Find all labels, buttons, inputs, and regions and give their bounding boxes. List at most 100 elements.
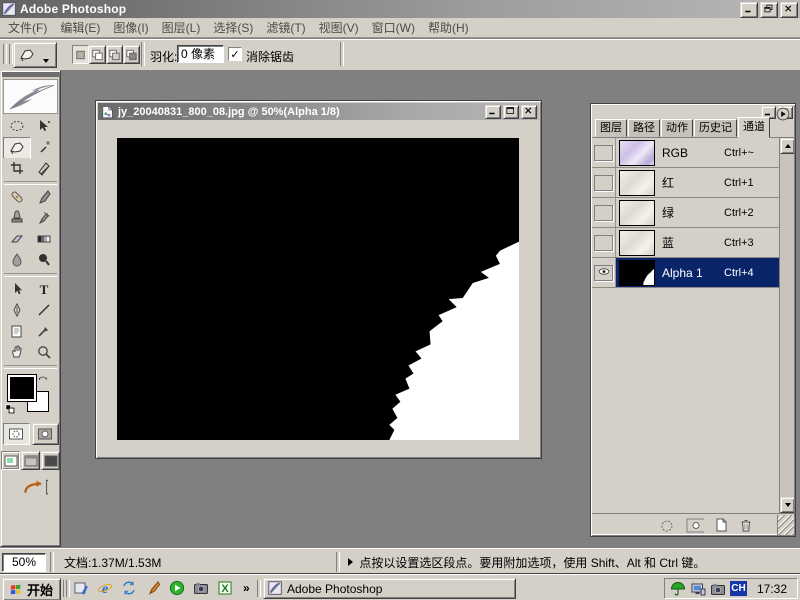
tray-computer-icon[interactable] bbox=[690, 581, 706, 597]
feather-input[interactable]: 0 像素 bbox=[177, 45, 224, 63]
tab-history[interactable]: 历史记 bbox=[694, 119, 737, 137]
channel-row-green[interactable]: 绿Ctrl+2 bbox=[592, 198, 780, 228]
doc-close-button[interactable] bbox=[521, 105, 537, 119]
standard-mode-button[interactable] bbox=[3, 423, 30, 445]
menu-item-view[interactable]: 视图(V) bbox=[319, 19, 359, 36]
close-button[interactable] bbox=[780, 2, 798, 18]
visibility-cell[interactable] bbox=[592, 228, 616, 257]
visibility-cell[interactable] bbox=[592, 168, 616, 197]
antialias-checkbox[interactable]: ✓ bbox=[228, 47, 242, 61]
tab-actions[interactable]: 动作 bbox=[661, 119, 693, 137]
minimize-button[interactable] bbox=[740, 2, 758, 18]
tool-preset-button[interactable] bbox=[13, 42, 57, 68]
move-tool[interactable] bbox=[31, 116, 57, 136]
scroll-up-icon[interactable] bbox=[780, 138, 794, 154]
quick-mask-mode-button[interactable] bbox=[32, 423, 59, 445]
visibility-checkbox[interactable] bbox=[594, 205, 613, 221]
standard-screen-button[interactable] bbox=[1, 451, 20, 470]
menu-item-image[interactable]: 图像(I) bbox=[113, 19, 148, 36]
polygonal-lasso-tool[interactable] bbox=[3, 137, 31, 159]
photoshop-feather-logo[interactable] bbox=[3, 79, 58, 114]
start-button[interactable]: 开始 bbox=[2, 578, 61, 600]
status-expand-icon[interactable] bbox=[348, 558, 353, 566]
quicklaunch-overflow-chevron[interactable]: » bbox=[243, 581, 250, 595]
palette-resize-grip[interactable] bbox=[777, 515, 794, 535]
new-selection-button[interactable] bbox=[72, 45, 89, 64]
add-selection-button[interactable] bbox=[89, 45, 106, 64]
excel-icon[interactable]: X bbox=[216, 579, 233, 597]
chevron-down-icon[interactable] bbox=[40, 44, 51, 66]
toolbox-drag-handle[interactable] bbox=[2, 72, 59, 77]
jump-to-imageready-button[interactable] bbox=[14, 477, 48, 495]
ime-language-badge[interactable]: CH bbox=[730, 581, 747, 596]
menu-item-filter[interactable]: 滤镜(T) bbox=[266, 19, 305, 36]
notes-tool[interactable] bbox=[4, 321, 30, 341]
taskbar-task-button[interactable]: Adobe Photoshop bbox=[263, 578, 516, 599]
menu-item-layer[interactable]: 图层(L) bbox=[162, 19, 201, 36]
visibility-checkbox[interactable] bbox=[594, 175, 613, 191]
visibility-cell[interactable] bbox=[592, 258, 616, 287]
menu-item-help[interactable]: 帮助(H) bbox=[428, 19, 469, 36]
doc-maximize-button[interactable] bbox=[503, 105, 519, 119]
show-desktop-icon[interactable] bbox=[72, 579, 89, 597]
subtract-selection-button[interactable] bbox=[106, 45, 123, 64]
visibility-checkbox[interactable] bbox=[594, 235, 613, 251]
channel-row-red[interactable]: 红Ctrl+1 bbox=[592, 168, 780, 198]
eraser-tool[interactable] bbox=[4, 229, 30, 249]
tray-umbrella-icon[interactable] bbox=[670, 581, 686, 597]
menu-item-edit[interactable]: 编辑(E) bbox=[60, 19, 100, 36]
zoom-tool[interactable] bbox=[31, 342, 57, 362]
taskbar-grip[interactable] bbox=[257, 580, 261, 597]
crop-tool[interactable] bbox=[4, 158, 30, 178]
blur-tool[interactable] bbox=[4, 250, 30, 270]
eye-icon[interactable] bbox=[594, 265, 613, 281]
clone-stamp-tool[interactable] bbox=[4, 208, 30, 228]
fullscreen-menubar-button[interactable] bbox=[21, 451, 40, 470]
delete-channel-button[interactable] bbox=[738, 517, 754, 533]
palette-menu-button[interactable] bbox=[776, 107, 791, 122]
scroll-down-icon[interactable] bbox=[780, 497, 794, 513]
options-grip[interactable] bbox=[3, 44, 13, 64]
internet-explorer-icon[interactable]: e bbox=[96, 579, 113, 597]
camera-icon[interactable] bbox=[192, 579, 209, 597]
media-player-icon[interactable] bbox=[168, 579, 185, 597]
tab-layers[interactable]: 图层 bbox=[595, 119, 627, 137]
restore-button[interactable] bbox=[760, 2, 778, 18]
swap-colors-icon[interactable] bbox=[37, 373, 51, 385]
magic-wand-tool[interactable] bbox=[32, 137, 58, 157]
channel-row-rgb[interactable]: RGBCtrl+~ bbox=[592, 138, 780, 168]
palette-scrollbar[interactable] bbox=[779, 138, 794, 513]
elliptical-marquee-tool[interactable] bbox=[4, 116, 30, 136]
tab-paths[interactable]: 路径 bbox=[628, 119, 660, 137]
gradient-tool[interactable] bbox=[31, 229, 57, 249]
visibility-cell[interactable] bbox=[592, 138, 616, 167]
menu-item-file[interactable]: 文件(F) bbox=[8, 19, 47, 36]
fullscreen-button[interactable] bbox=[41, 451, 60, 470]
healing-brush-tool[interactable] bbox=[4, 187, 30, 207]
intersect-selection-button[interactable] bbox=[123, 45, 140, 64]
eyedropper-tool[interactable] bbox=[31, 321, 57, 341]
default-colors-icon[interactable] bbox=[5, 404, 18, 417]
zoom-level-field[interactable]: 50% bbox=[2, 553, 46, 572]
menu-item-window[interactable]: 窗口(W) bbox=[372, 19, 415, 36]
dodge-tool[interactable] bbox=[31, 250, 57, 270]
load-selection-button[interactable] bbox=[659, 517, 675, 533]
visibility-cell[interactable] bbox=[592, 198, 616, 227]
sync-icon[interactable] bbox=[120, 579, 137, 597]
taskbar-grip[interactable] bbox=[66, 580, 70, 597]
line-tool[interactable] bbox=[31, 300, 57, 320]
paint-brush-icon[interactable] bbox=[144, 579, 161, 597]
visibility-checkbox[interactable] bbox=[594, 145, 613, 161]
path-select-tool[interactable] bbox=[4, 279, 30, 299]
history-brush-tool[interactable] bbox=[31, 208, 57, 228]
type-tool[interactable]: T bbox=[31, 279, 57, 299]
paintbrush-tool[interactable] bbox=[31, 187, 57, 207]
channel-row-alpha1[interactable]: Alpha 1Ctrl+4 bbox=[592, 258, 780, 288]
hand-tool[interactable] bbox=[4, 342, 30, 362]
foreground-color-swatch[interactable] bbox=[8, 375, 36, 401]
channel-row-blue[interactable]: 蓝Ctrl+3 bbox=[592, 228, 780, 258]
tray-camera-icon[interactable] bbox=[710, 581, 726, 597]
tab-channels[interactable]: 通道 bbox=[738, 117, 770, 138]
menu-item-select[interactable]: 选择(S) bbox=[213, 19, 253, 36]
save-selection-button[interactable] bbox=[684, 517, 704, 533]
